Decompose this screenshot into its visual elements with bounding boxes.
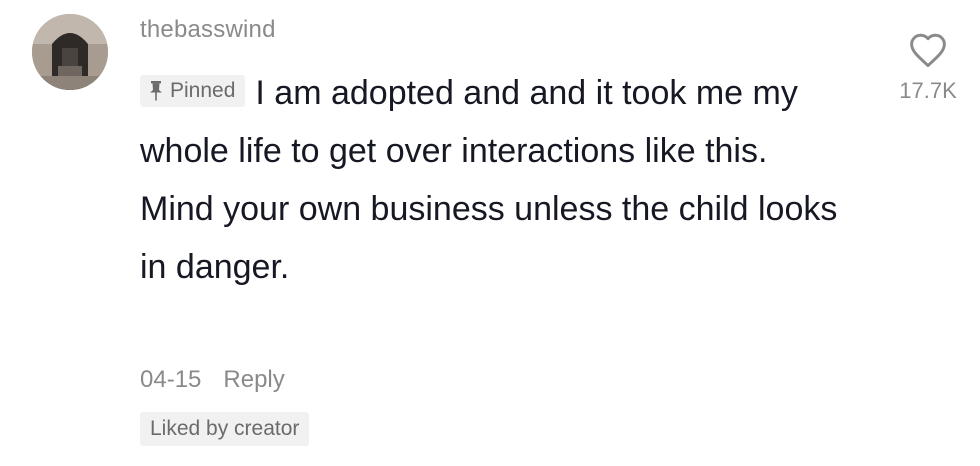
username[interactable]: thebasswind: [140, 16, 276, 44]
pinned-badge: Pinned: [140, 75, 246, 107]
comment-item: thebasswind Pinned I am adopted and and i…: [0, 0, 980, 466]
user-avatar-photo-icon: [32, 14, 108, 90]
comment-date: 04-15: [140, 366, 202, 393]
like-area: 17.7K: [888, 32, 968, 104]
avatar[interactable]: [32, 14, 108, 90]
heart-outline-icon[interactable]: [908, 32, 948, 68]
pin-icon: [148, 79, 164, 111]
comment-body: Pinned I am adopted and and it took me my…: [140, 64, 840, 296]
like-count: 17.7K: [899, 78, 957, 103]
comment-text: I am adopted and and it took me my whole…: [140, 74, 838, 286]
reply-button[interactable]: Reply: [223, 366, 284, 393]
liked-by-creator-badge: Liked by creator: [140, 412, 310, 446]
pinned-label: Pinned: [170, 79, 236, 102]
comment-meta: 04-15 Reply: [140, 366, 285, 394]
